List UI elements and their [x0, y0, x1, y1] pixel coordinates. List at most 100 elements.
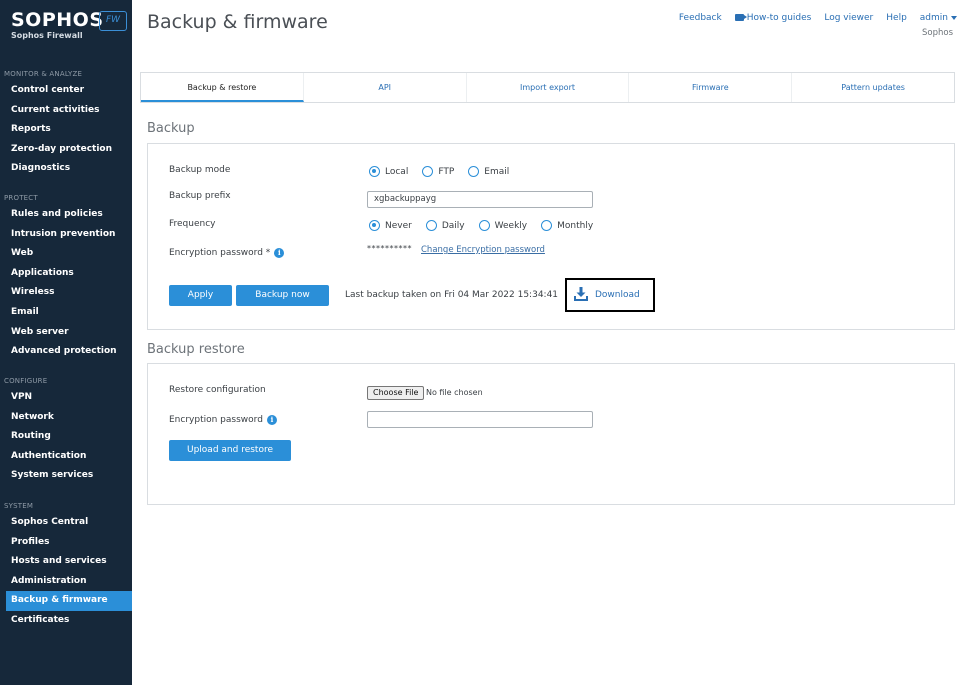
radio-frequency-daily[interactable]: Daily	[425, 220, 465, 231]
sidebar-item-hosts-and-services[interactable]: Hosts and services	[0, 552, 132, 572]
backup-panel: Backup mode Local FTP Email Backup prefi…	[147, 143, 955, 330]
tab-import-export[interactable]: Import export	[467, 73, 630, 102]
product-name: Sophos Firewall	[11, 31, 83, 40]
radio-dot	[468, 166, 480, 177]
radio-dot	[425, 220, 437, 231]
restore-encryption-password-text: Encryption password	[169, 415, 263, 425]
radio-label: Email	[484, 166, 510, 177]
brand-name: SOPHOS	[11, 9, 104, 31]
choose-file-button[interactable]: Choose File	[367, 386, 425, 400]
tab-firmware[interactable]: Firmware	[629, 73, 793, 102]
sidebar-item-web-server[interactable]: Web server	[0, 323, 132, 343]
sidebar-item-routing[interactable]: Routing	[0, 427, 132, 447]
sidebar-item-administration[interactable]: Administration	[0, 572, 132, 592]
tab-bar: Backup & restore API Import export Firmw…	[140, 72, 955, 103]
log-viewer-link[interactable]: Log viewer	[824, 13, 873, 23]
radio-label: Local	[385, 166, 409, 177]
sidebar-item-system-services[interactable]: System services	[0, 466, 132, 486]
nav-heading: MONITOR & ANALYZE	[4, 70, 83, 78]
backup-now-button[interactable]: Backup now	[236, 285, 329, 306]
change-encryption-password-link[interactable]: Change Encryption password	[421, 245, 545, 255]
sidebar-item-profiles[interactable]: Profiles	[0, 533, 132, 553]
radio-dot	[369, 220, 380, 231]
no-file-chosen-text: No file chosen	[426, 388, 483, 397]
radio-frequency-monthly[interactable]: Monthly	[541, 220, 593, 231]
encryption-password-text: Encryption password *	[169, 248, 271, 258]
sidebar-item-vpn[interactable]: VPN	[0, 388, 132, 408]
radio-frequency-weekly[interactable]: Weekly	[478, 220, 528, 231]
radio-label: Never	[385, 220, 412, 231]
sidebar-item-zero-day-protection[interactable]: Zero-day protection	[0, 140, 132, 160]
page-title: Backup & firmware	[147, 11, 328, 33]
radio-label: Daily	[441, 220, 465, 231]
radio-dot	[422, 166, 434, 177]
sidebar-item-intrusion-prevention[interactable]: Intrusion prevention	[0, 225, 132, 245]
feedback-link[interactable]: Feedback	[679, 13, 722, 23]
app-window: SOPHOS FW Sophos Firewall MONITOR & ANAL…	[0, 0, 975, 685]
tab-pattern-updates[interactable]: Pattern updates	[792, 73, 954, 102]
sidebar-item-current-activities[interactable]: Current activities	[0, 101, 132, 121]
howto-guides-label: How-to guides	[746, 13, 812, 23]
radio-mode-local[interactable]: Local	[369, 166, 408, 177]
sidebar-item-diagnostics[interactable]: Diagnostics	[0, 159, 132, 179]
sidebar-item-reports[interactable]: Reports	[0, 120, 132, 140]
sidebar-item-advanced-protection[interactable]: Advanced protection	[0, 342, 132, 362]
restore-section-title: Backup restore	[147, 342, 245, 357]
radio-dot	[369, 166, 380, 177]
nav-heading: CONFIGURE	[4, 377, 48, 385]
restore-configuration-label: Restore configuration	[169, 385, 266, 395]
restore-encryption-password-label: Encryption password i	[169, 415, 277, 425]
radio-dot	[541, 220, 553, 231]
info-icon[interactable]: i	[266, 415, 277, 425]
top-links: Feedback How-to guides Log viewer Help a…	[679, 13, 957, 23]
radio-label: Weekly	[494, 220, 528, 231]
sidebar-item-web[interactable]: Web	[0, 244, 132, 264]
admin-menu[interactable]: admin	[920, 13, 957, 23]
sidebar-item-email[interactable]: Email	[0, 303, 132, 323]
nav-group-configure: CONFIGURE VPN Network Routing Authentica…	[0, 374, 132, 486]
video-camera-icon	[734, 14, 747, 21]
password-mask: **********	[367, 244, 412, 253]
sidebar: SOPHOS FW Sophos Firewall MONITOR & ANAL…	[0, 0, 132, 685]
radio-mode-email[interactable]: Email	[468, 166, 509, 177]
help-link[interactable]: Help	[886, 13, 907, 23]
download-button[interactable]: Download	[565, 278, 655, 312]
howto-guides-link[interactable]: How-to guides	[734, 13, 812, 23]
last-backup-text: Last backup taken on Fri 04 Mar 2022 15:…	[345, 290, 559, 300]
apply-button[interactable]: Apply	[169, 285, 232, 306]
radio-dot	[478, 220, 490, 231]
sidebar-item-certificates[interactable]: Certificates	[0, 611, 132, 631]
upload-and-restore-button[interactable]: Upload and restore	[169, 440, 291, 461]
radio-frequency-never[interactable]: Never	[369, 220, 412, 231]
restore-panel: Restore configuration Choose File No fil…	[147, 363, 955, 505]
radio-mode-ftp[interactable]: FTP	[422, 166, 454, 177]
backup-prefix-label: Backup prefix	[169, 191, 231, 201]
sidebar-item-rules-and-policies[interactable]: Rules and policies	[0, 205, 132, 225]
restore-encryption-password-input[interactable]	[367, 411, 593, 428]
radio-label: Monthly	[557, 220, 594, 231]
main-content: Backup & firmware Feedback How-to guides…	[132, 0, 975, 685]
sidebar-item-sophos-central[interactable]: Sophos Central	[0, 513, 132, 533]
info-icon[interactable]: i	[274, 248, 285, 258]
sidebar-item-wireless[interactable]: Wireless	[0, 283, 132, 303]
sidebar-item-authentication[interactable]: Authentication	[0, 447, 132, 467]
sophos-logo: SOPHOS FW Sophos Firewall	[11, 9, 127, 40]
download-label: Download	[595, 290, 640, 300]
sidebar-item-control-center[interactable]: Control center	[0, 81, 132, 101]
radio-label: FTP	[438, 166, 455, 177]
tab-api[interactable]: API	[304, 73, 467, 102]
sidebar-item-network[interactable]: Network	[0, 408, 132, 428]
backup-prefix-input[interactable]: xgbackuppayg	[367, 191, 593, 208]
sidebar-item-applications[interactable]: Applications	[0, 264, 132, 284]
sidebar-item-backup-firmware[interactable]: Backup & firmware	[6, 591, 132, 611]
backup-mode-label: Backup mode	[169, 165, 231, 175]
nav-heading: SYSTEM	[4, 502, 34, 510]
admin-label: admin	[919, 13, 948, 23]
fw-badge: FW	[99, 11, 127, 31]
tab-backup-restore[interactable]: Backup & restore	[141, 73, 304, 102]
frequency-label: Frequency	[169, 219, 216, 229]
backup-section-title: Backup	[147, 121, 195, 136]
backup-mode-radios: Local FTP Email	[369, 166, 523, 177]
org-name: Sophos	[921, 28, 953, 38]
frequency-radios: Never Daily Weekly Monthly	[369, 220, 607, 231]
